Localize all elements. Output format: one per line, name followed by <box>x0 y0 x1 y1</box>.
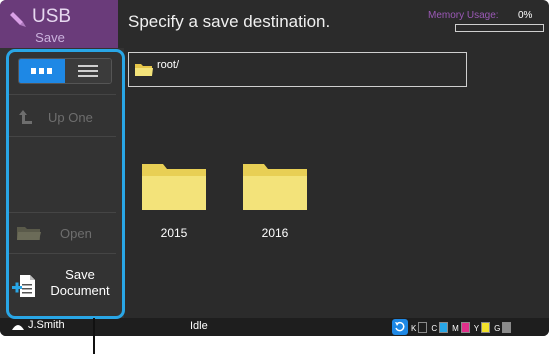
screen: USB Save Up One Open Save Document Speci… <box>0 0 549 336</box>
toner-item: M <box>452 321 470 333</box>
callout-line <box>93 318 95 354</box>
toner-label: G <box>494 323 501 333</box>
toner-bar <box>418 321 428 333</box>
status-bar: J.Smith Idle K C M Y G <box>0 318 549 336</box>
toner-item: Y <box>473 321 491 333</box>
folder-name: 2015 <box>160 226 188 240</box>
toner-item: G <box>494 321 512 333</box>
machine-status: Idle <box>190 320 208 332</box>
page-title: Specify a save destination. <box>128 12 331 31</box>
toner-item: C <box>431 321 449 333</box>
toner-bar <box>502 321 512 333</box>
folder-icon <box>142 164 206 210</box>
toner-label: C <box>431 323 438 333</box>
user-icon <box>12 325 24 330</box>
folder-icon <box>243 164 307 210</box>
usb-pen-icon <box>10 12 26 27</box>
user-indicator[interactable]: J.Smith <box>12 319 65 331</box>
memory-usage-label: Memory Usage: <box>428 10 499 21</box>
toner-fill <box>440 322 448 332</box>
app-subtitle: Save <box>35 30 65 45</box>
user-name: J.Smith <box>28 319 65 331</box>
path-text: root/ <box>157 59 180 71</box>
toner-label: Y <box>473 323 480 333</box>
toner-fill <box>461 322 469 332</box>
app-name: USB <box>32 6 72 27</box>
memory-usage-value: 0% <box>518 10 533 21</box>
app-tile[interactable]: USB Save <box>0 0 118 48</box>
toner-fill <box>503 322 511 332</box>
folder-item[interactable]: 2015 <box>139 158 209 240</box>
toner-levels: KCMYG <box>392 319 512 335</box>
memory-usage-bar <box>455 24 544 32</box>
toner-bar <box>460 321 470 333</box>
toner-fill <box>482 322 490 332</box>
refresh-icon[interactable] <box>392 319 408 335</box>
toner-item: K <box>411 321 428 333</box>
toner-bar <box>439 321 449 333</box>
folder-name: 2016 <box>261 226 289 240</box>
path-field: root/ <box>128 52 467 87</box>
folder-item[interactable]: 2016 <box>240 158 310 240</box>
toner-label: M <box>452 323 459 333</box>
toner-bar <box>481 321 491 333</box>
toner-label: K <box>411 323 417 333</box>
sidebar-highlight <box>6 49 125 319</box>
folder-icon <box>135 64 153 76</box>
